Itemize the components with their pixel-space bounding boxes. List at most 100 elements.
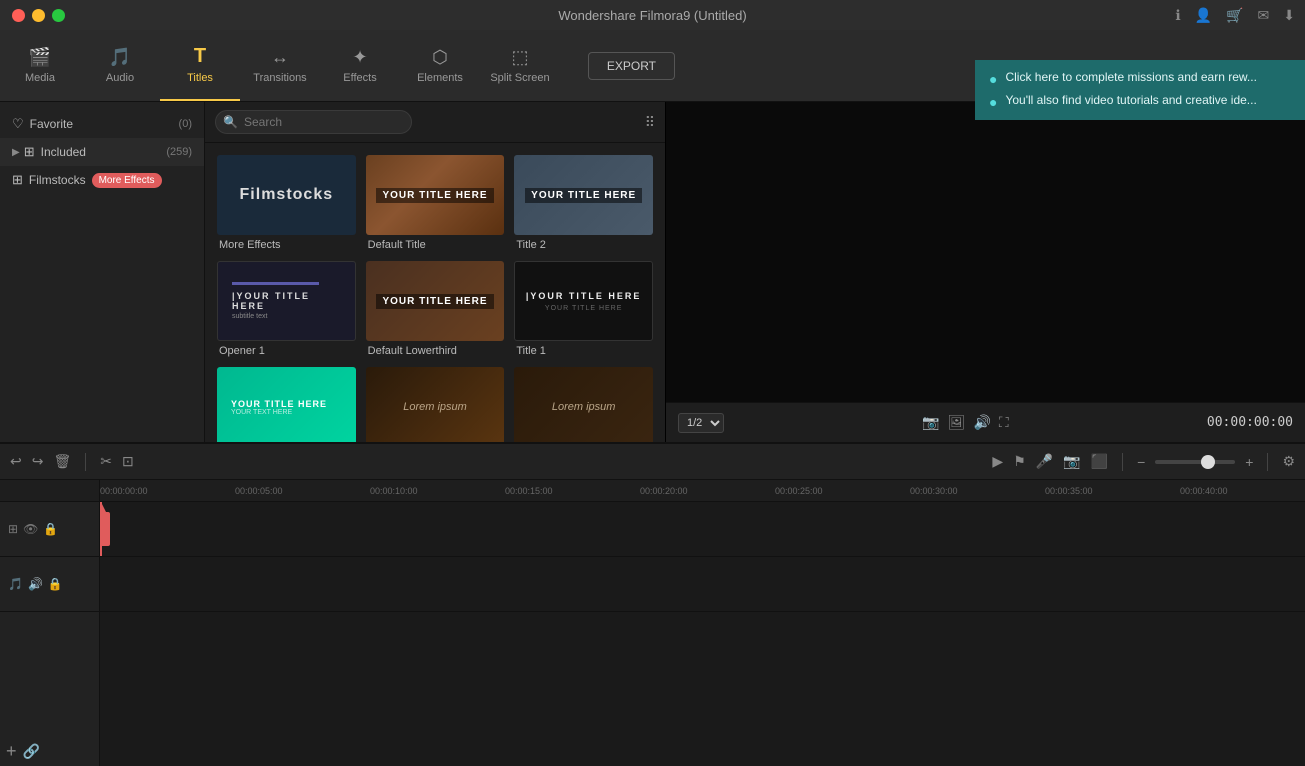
- thumbnail-default-title[interactable]: YOUR TITLE HERE Default Title: [362, 151, 509, 255]
- nav-transitions[interactable]: ↔ Transitions: [240, 30, 320, 101]
- track-add-controls: + 🔗: [0, 737, 99, 766]
- thumbnail-more-effects[interactable]: Filmstocks More Effects: [213, 151, 360, 255]
- title1-text: |YOUR TITLE HERE: [526, 291, 642, 301]
- undo-button[interactable]: ↩: [10, 453, 22, 470]
- thumbnail-opener-1[interactable]: |YOUR TITLE HERE subtitle text Opener 1: [213, 257, 360, 361]
- cart-icon[interactable]: 🛒: [1226, 7, 1243, 24]
- nav-audio-label: Audio: [106, 72, 134, 84]
- title2-text: YOUR TITLE HERE: [525, 188, 642, 203]
- search-input[interactable]: [215, 110, 412, 134]
- video-track-row: [100, 502, 1305, 557]
- sidebar-included[interactable]: ▶ ⊞ Included (259): [0, 138, 204, 166]
- preview-screenshot-icon[interactable]: 🖼: [948, 414, 966, 431]
- thumb-opener1-img: |YOUR TITLE HERE subtitle text: [217, 261, 356, 341]
- thumbnail-title-1[interactable]: |YOUR TITLE HERE YOUR TITLE HERE Title 1: [510, 257, 657, 361]
- download-icon[interactable]: ⬇: [1283, 7, 1295, 24]
- redo-button[interactable]: ↪: [32, 453, 44, 470]
- minimize-button[interactable]: [32, 9, 45, 22]
- snapshot-icon[interactable]: 📷: [1063, 453, 1080, 470]
- close-button[interactable]: [12, 9, 25, 22]
- thumb-title27-img: Lorem ipsum: [366, 367, 505, 442]
- thumbnail-title-27[interactable]: Lorem ipsum Title 27: [362, 363, 509, 442]
- nav-effects[interactable]: ✦ Effects: [320, 30, 400, 101]
- thumbnail-title-2[interactable]: YOUR TITLE HERE Title 2: [510, 151, 657, 255]
- zoom-slider[interactable]: [1155, 460, 1235, 464]
- crop-button[interactable]: ⊡: [122, 453, 134, 470]
- video-track-lock-icon[interactable]: 🔒: [43, 522, 58, 536]
- nav-media[interactable]: 🎬 Media: [0, 30, 80, 101]
- audio-icon: 🎵: [109, 47, 131, 68]
- sidebar: ♡ Favorite (0) ▶ ⊞ Included (259) ⊞ Film…: [0, 102, 205, 442]
- link-track-button[interactable]: 🔗: [23, 743, 40, 760]
- audio-track-lock-icon[interactable]: 🔒: [48, 577, 63, 591]
- timeline-body: ⊞ 👁 🔒 🎵 🔊 🔒 + 🔗: [0, 480, 1305, 766]
- preview-volume-icon[interactable]: 🔊: [973, 414, 990, 431]
- nav-titles[interactable]: T Titles: [160, 30, 240, 101]
- titles-icon: T: [194, 45, 206, 68]
- tooltip-popup: ● Click here to complete missions and ea…: [975, 60, 1305, 120]
- video-track-grid-icon[interactable]: ⊞: [8, 522, 18, 536]
- preview-fullscreen-icon[interactable]: ⛶: [999, 414, 1009, 431]
- mic-icon[interactable]: 🎤: [1036, 453, 1053, 470]
- preview-snapshot-icon[interactable]: 📷: [922, 414, 939, 431]
- maximize-button[interactable]: [52, 9, 65, 22]
- audio-track-music-icon[interactable]: 🎵: [8, 577, 23, 591]
- video-track-icons: ⊞ 👁 🔒: [8, 522, 58, 536]
- info-icon[interactable]: ℹ: [1175, 7, 1180, 24]
- cut-button[interactable]: ✂: [100, 453, 112, 470]
- thumbnail-default-lowerthird[interactable]: YOUR TITLE HERE Default Lowerthird: [362, 257, 509, 361]
- thumbnail-default-title-label: Default Title: [366, 239, 505, 251]
- titlebar: Wondershare Filmora9 (Untitled) ℹ 👤 🛒 ✉ …: [0, 0, 1305, 30]
- content-panel: 🔍 ⠿ Filmstocks More Effects YOUR TITLE H…: [205, 102, 665, 442]
- settings-icon[interactable]: ⚙: [1282, 453, 1295, 470]
- nav-media-label: Media: [25, 72, 55, 84]
- bookmark-icon[interactable]: ⚑: [1013, 453, 1026, 470]
- tooltip-dot-1: ●: [989, 71, 997, 87]
- pip-icon[interactable]: ⬛: [1091, 453, 1108, 470]
- toolbar-nav: 🎬 Media 🎵 Audio T Titles ↔ Transitions ✦…: [0, 30, 560, 101]
- nav-audio[interactable]: 🎵 Audio: [80, 30, 160, 101]
- sidebar-filmstocks-label: Filmstocks: [29, 173, 86, 187]
- audio-track-speaker-icon[interactable]: 🔊: [28, 577, 43, 591]
- ruler-mark-7: 00:00:35:00: [1045, 486, 1180, 496]
- toolbar-separator-3: [1267, 453, 1268, 471]
- opener1-sub: subtitle text: [232, 313, 267, 320]
- video-track-eye-icon[interactable]: 👁: [23, 522, 38, 536]
- thumbnail-title-1-label: Title 1: [514, 345, 653, 357]
- zoom-in-icon[interactable]: +: [1245, 454, 1253, 470]
- thumbnail-opener-1-label: Opener 1: [217, 345, 356, 357]
- arrow-right-icon: ▶: [12, 147, 20, 158]
- titlebar-buttons[interactable]: [12, 9, 65, 22]
- thumbnail-more-effects-label: More Effects: [217, 239, 356, 251]
- export-button[interactable]: EXPORT: [588, 52, 675, 80]
- app-title: Wondershare Filmora9 (Untitled): [558, 8, 746, 23]
- zoom-select[interactable]: 1/2 1/1 1/4: [678, 413, 724, 433]
- sidebar-filmstocks[interactable]: ⊞ Filmstocks More Effects: [0, 166, 204, 194]
- playhead[interactable]: [100, 502, 102, 556]
- add-track-button[interactable]: +: [6, 741, 17, 762]
- search-wrap: 🔍: [215, 110, 639, 134]
- mail-icon[interactable]: ✉: [1258, 7, 1270, 24]
- sidebar-favorite[interactable]: ♡ Favorite (0): [0, 110, 204, 138]
- grid-icon: ⊞: [24, 144, 35, 160]
- nav-transitions-label: Transitions: [253, 72, 306, 84]
- playhead-top: [100, 502, 107, 514]
- nav-elements[interactable]: ⬡ Elements: [400, 30, 480, 101]
- timeline-section: ↩ ↪ 🗑 ✂ ⊡ ▶ ⚑ 🎤 📷 ⬛ − + ⚙: [0, 442, 1305, 766]
- motion-icon[interactable]: ▶: [992, 453, 1003, 470]
- nav-titles-label: Titles: [187, 72, 213, 84]
- ruler-spacer: [0, 480, 99, 502]
- track-header-video: ⊞ 👁 🔒: [0, 502, 99, 557]
- user-icon[interactable]: 👤: [1195, 7, 1212, 24]
- zoom-slider-thumb[interactable]: [1201, 455, 1215, 469]
- thumbnails-grid: Filmstocks More Effects YOUR TITLE HERE …: [205, 143, 665, 442]
- delete-button[interactable]: 🗑: [53, 453, 71, 470]
- thumbnail-opener-2[interactable]: YOUR TITLE HERE YOUR TEXT HERE Opener 2: [213, 363, 360, 442]
- nav-split-screen[interactable]: ⬚ Split Screen: [480, 30, 560, 101]
- thumbnail-title-29[interactable]: Lorem ipsum Title 29: [510, 363, 657, 442]
- grid-view-icon[interactable]: ⠿: [645, 114, 655, 131]
- preview-buttons: 📷 🖼 🔊 ⛶: [922, 414, 1008, 431]
- nav-effects-label: Effects: [343, 72, 376, 84]
- search-bar: 🔍 ⠿: [205, 102, 665, 143]
- zoom-out-icon[interactable]: −: [1137, 454, 1145, 470]
